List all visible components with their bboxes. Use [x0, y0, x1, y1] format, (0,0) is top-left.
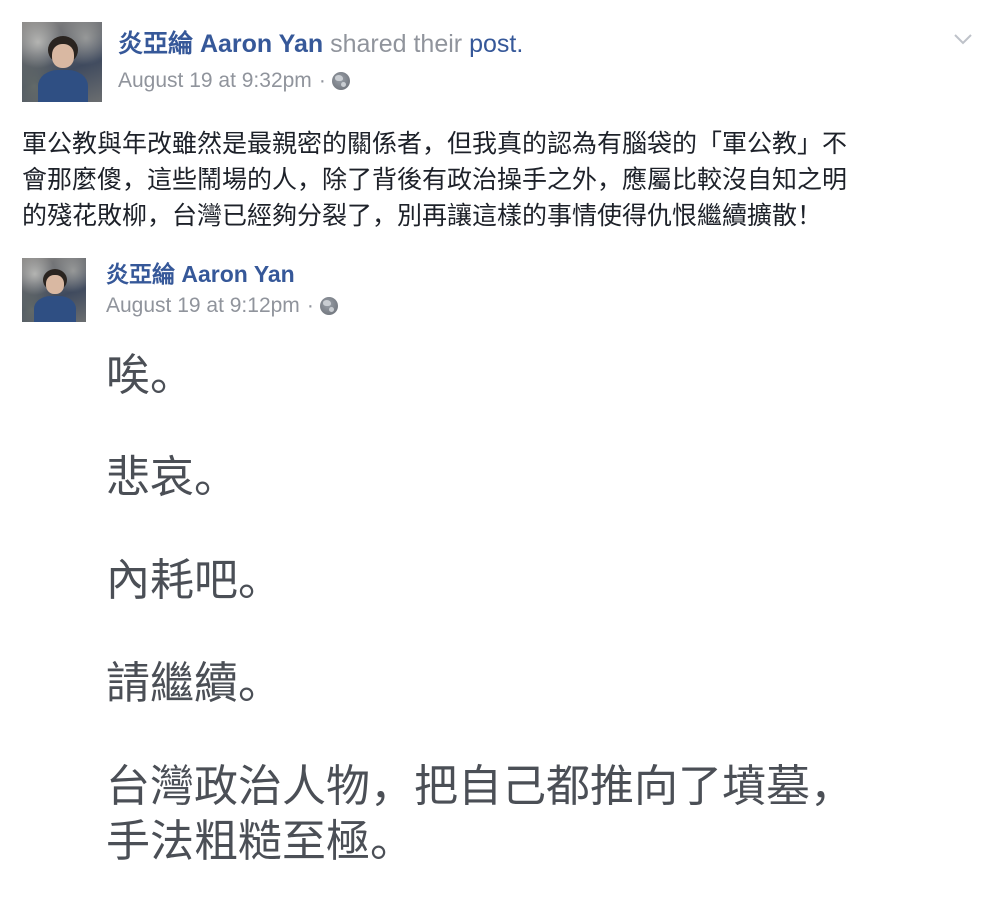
feed-post: 炎亞綸 Aaron Yan shared their post. August … [0, 0, 998, 904]
post-body-line: 的殘花敗柳，台灣已經夠分裂了，別再讓這樣的事情使得仇恨繼續擴散！ [22, 201, 823, 230]
post-meta: August 19 at 9:32pm · [118, 67, 350, 95]
shared-post-line: 內耗吧。 [106, 555, 282, 606]
meta-separator: · [306, 294, 314, 317]
shared-post-meta: August 19 at 9:12pm · [106, 292, 338, 320]
globe-icon[interactable] [331, 72, 350, 90]
shared-post-line: 請繼續。 [106, 658, 282, 709]
post-body-line: 會那麼傻，這些鬧場的人，除了背後有政治操手之外，應屬比較沒自知之明 [22, 165, 848, 194]
post-link[interactable]: post. [469, 30, 523, 58]
shared-post-timestamp[interactable]: August 19 at 9:12pm [106, 292, 300, 320]
shared-post-line: 唉。 [106, 350, 194, 401]
post-body: 軍公教與年改雖然是最親密的關係者，但我真的認為有腦袋的「軍公教」不 會那麼傻，這… [22, 126, 972, 234]
meta-separator: · [318, 69, 326, 92]
shared-author-avatar[interactable] [22, 258, 86, 322]
shared-author-name-link[interactable]: 炎亞綸 Aaron Yan [106, 259, 295, 289]
globe-icon[interactable] [319, 297, 338, 315]
shared-post-line: 悲哀。 [106, 452, 238, 503]
post-header: 炎亞綸 Aaron Yan shared their post. [118, 28, 523, 60]
post-body-line: 軍公教與年改雖然是最親密的關係者，但我真的認為有腦袋的「軍公教」不 [22, 129, 848, 158]
shared-their-text: shared their [330, 30, 463, 58]
shared-post-line: 手法粗糙至極。 [106, 816, 414, 867]
chevron-down-icon[interactable] [952, 28, 974, 50]
shared-post-line: 台灣政治人物，把自己都推向了墳墓， [106, 761, 854, 812]
author-avatar[interactable] [22, 22, 102, 102]
post-timestamp[interactable]: August 19 at 9:32pm [118, 67, 312, 95]
author-name-link[interactable]: 炎亞綸 Aaron Yan [118, 30, 323, 58]
